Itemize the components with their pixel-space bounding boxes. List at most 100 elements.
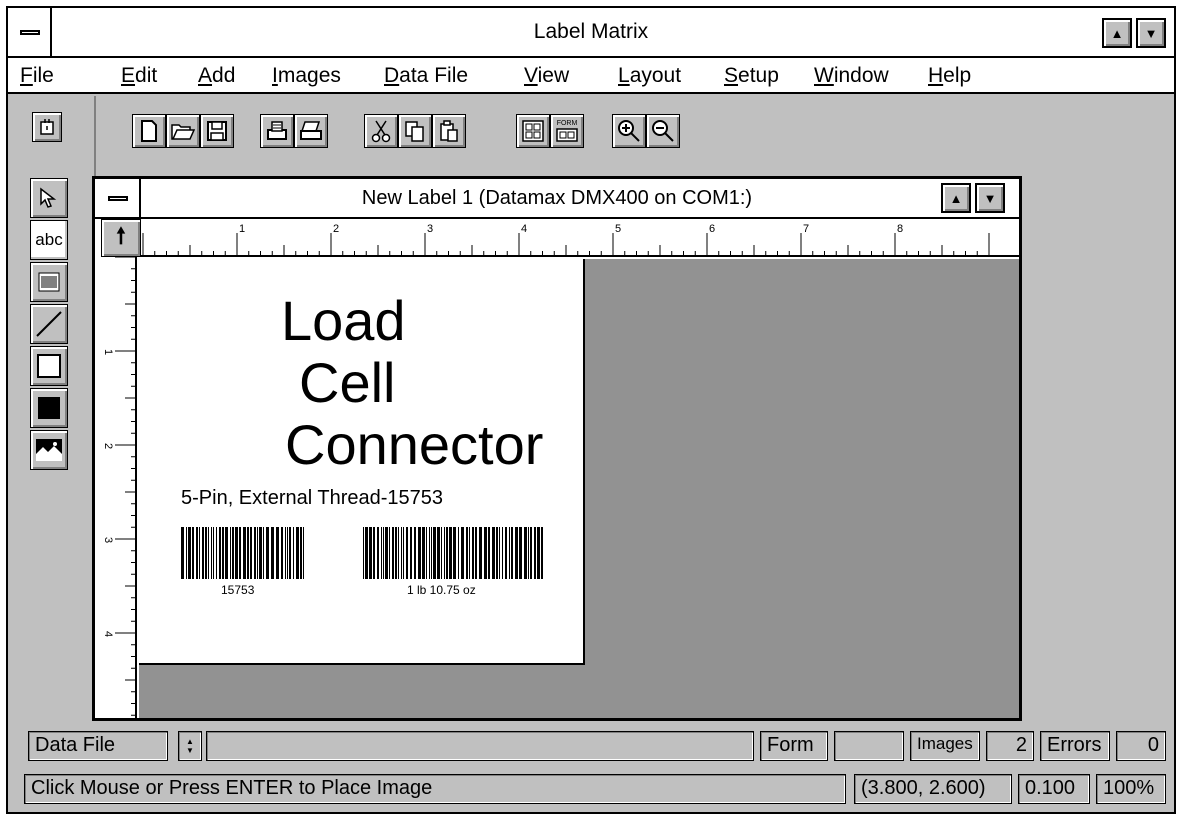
data-file-button[interactable]: Data File [28, 731, 168, 761]
menu-setup[interactable]: Setup [724, 64, 779, 88]
menu-add[interactable]: Add [198, 64, 235, 88]
barcode-bar [285, 527, 286, 579]
barcode-bar [219, 527, 221, 579]
barcode-bar [230, 527, 231, 579]
menu-help[interactable]: Help [928, 64, 971, 88]
barcode-bar [250, 527, 252, 579]
barcode-bar [410, 527, 412, 579]
barcode-bar [429, 527, 430, 579]
label-text-line3[interactable]: Connector [285, 417, 543, 473]
menu-images[interactable]: Images [272, 64, 341, 88]
menu-layout[interactable]: Layout [618, 64, 681, 88]
menu-view[interactable]: View [524, 64, 569, 88]
menu-data-file[interactable]: Data File [384, 64, 468, 88]
form-value-box [834, 731, 904, 761]
rectangle-tool-button[interactable] [30, 346, 68, 386]
barcode-bar [472, 527, 474, 579]
data-file-status-bar: Data File ▲ ▼ Form Images 2 Errors 0 [8, 727, 1174, 767]
ruler-number: 2 [333, 223, 339, 235]
line-tool-icon [36, 311, 62, 337]
barcode-bar [213, 527, 214, 579]
label-matrix-window: Label Matrix ▲ ▼ File Edit Add Images Da… [6, 6, 1176, 814]
paste-button[interactable] [432, 114, 466, 148]
text-tool-button[interactable]: abc [30, 220, 68, 260]
barcode-bar [363, 527, 364, 579]
document-maximize-button[interactable]: ▼ [975, 183, 1005, 213]
barcode-bar [449, 527, 452, 579]
form-small-label: FORM [556, 120, 578, 127]
menu-window-mnemonic: W [814, 64, 834, 87]
line-tool-button[interactable] [30, 304, 68, 344]
design-area[interactable]: Load Cell Connector 5-Pin, External Thre… [139, 259, 1019, 718]
data-file-field[interactable] [206, 731, 754, 761]
label-canvas[interactable]: Load Cell Connector 5-Pin, External Thre… [139, 259, 585, 665]
barcode-bar [281, 527, 283, 579]
open-button[interactable] [166, 114, 200, 148]
vertical-ruler-ticks: 1 2 3 4 [102, 256, 137, 716]
save-button[interactable] [200, 114, 234, 148]
triangle-down-icon: ▼ [1144, 25, 1158, 41]
barcode-bar [266, 527, 269, 579]
menu-view-mnemonic: V [524, 64, 538, 87]
save-icon [207, 121, 227, 141]
barcode-bar [433, 527, 436, 579]
barcode-bar [211, 527, 212, 579]
barcode-bar [488, 527, 490, 579]
barcode-bar [422, 527, 425, 579]
form-button[interactable]: FORM [550, 114, 584, 148]
label-text-line2[interactable]: Cell [299, 355, 395, 411]
record-spinner[interactable]: ▲ ▼ [178, 731, 202, 761]
barcode-1-text: 15753 [221, 583, 255, 597]
paste-icon [440, 120, 458, 142]
label-description[interactable]: 5-Pin, External Thread-15753 [181, 487, 443, 510]
barcode-tool-icon [38, 272, 60, 292]
minimize-button[interactable]: ▲ [1102, 18, 1132, 48]
barcode-2[interactable] [363, 527, 545, 579]
menu-edit[interactable]: Edit [121, 64, 157, 88]
zoom-level: 100% [1103, 777, 1155, 799]
maximize-button[interactable]: ▼ [1136, 18, 1166, 48]
cut-button[interactable] [364, 114, 398, 148]
pointer-icon [40, 187, 57, 208]
data-link-button[interactable] [32, 112, 62, 142]
errors-count: 0 [1147, 734, 1159, 756]
toolbar: FORM [8, 96, 1174, 174]
barcode-bar [276, 527, 279, 579]
pointer-tool-button[interactable] [30, 178, 68, 218]
barcode-bar [414, 527, 416, 579]
ruler-origin-button[interactable]: 🠕 [101, 219, 141, 257]
barcode-bar [426, 527, 427, 579]
menu-bar: File Edit Add Images Data File View Layo… [8, 58, 1174, 94]
grid-layout-button[interactable] [516, 114, 550, 148]
barcode-bar [496, 527, 498, 579]
menu-help-label: elp [943, 64, 972, 87]
barcode-1[interactable] [181, 527, 307, 579]
images-label: Images [917, 734, 973, 753]
document-window: New Label 1 (Datamax DMX400 on COM1:) ▲ … [92, 176, 1022, 721]
label-text-line1[interactable]: Load [281, 293, 406, 349]
document-title: New Label 1 (Datamax DMX400 on COM1:) [361, 187, 753, 209]
barcode-bar [389, 527, 390, 579]
barcode-bar [534, 527, 536, 579]
barcode-bar [199, 527, 200, 579]
new-label-button[interactable] [132, 114, 166, 148]
menu-window[interactable]: Window [814, 64, 889, 88]
barcode-bar [202, 527, 204, 579]
ruler-number: 4 [102, 631, 114, 637]
barcode-tool-button[interactable] [30, 262, 68, 302]
zoom-in-button[interactable] [612, 114, 646, 148]
copy-button[interactable] [398, 114, 432, 148]
zoom-out-button[interactable] [646, 114, 680, 148]
ruler-number: 3 [102, 537, 114, 543]
image-tool-button[interactable] [30, 430, 68, 470]
barcode-bar [287, 527, 288, 579]
barcode-bar [377, 527, 379, 579]
document-minimize-button[interactable]: ▲ [941, 183, 971, 213]
spin-up-icon: ▲ [186, 737, 194, 746]
print-preview-button[interactable] [260, 114, 294, 148]
barcode-2-text: 1 lb 10.75 oz [407, 583, 476, 597]
menu-file[interactable]: File [20, 64, 54, 88]
barcode-bar [431, 527, 432, 579]
print-button[interactable] [294, 114, 328, 148]
filled-rectangle-tool-button[interactable] [30, 388, 68, 428]
